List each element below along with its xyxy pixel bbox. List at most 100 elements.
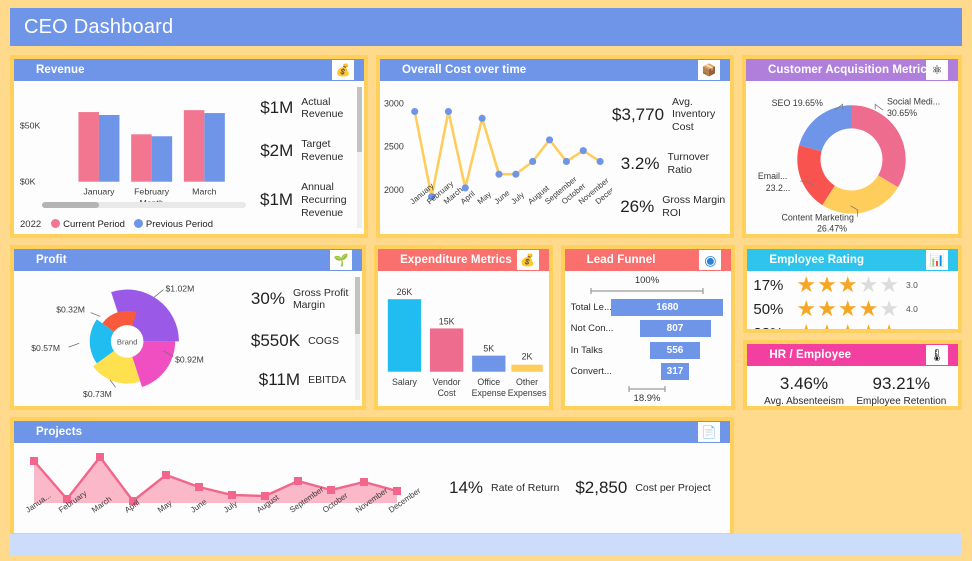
- profit-kpi-list: 30% Gross Profit Margin $550K COGS $11M …: [246, 271, 362, 406]
- expenditure-bar-other-expenses[interactable]: [511, 364, 543, 372]
- panel-projects-header-edge: [721, 421, 731, 443]
- expenditure-bar-office-expense[interactable]: [472, 355, 506, 372]
- panel-projects-title: Projects: [36, 426, 83, 438]
- panel-lead-funnel-header-edge: [722, 249, 732, 271]
- expenditure-xtick-other-1: Other: [516, 377, 538, 387]
- revenue-xtick-jan: January: [83, 186, 115, 196]
- rating-pct-5: 33%: [753, 324, 784, 333]
- panel-projects: Projects 📄 Janua... February March April…: [10, 417, 735, 537]
- page-title: CEO Dashboard: [24, 15, 174, 38]
- donut-label-social-media-value: 30.65%: [887, 108, 917, 118]
- rating-stars-3: ★ ★ ★ ★ ★: [796, 272, 900, 297]
- expenditure-label-other: 2K: [522, 352, 533, 362]
- panel-revenue-title: Revenue: [36, 64, 85, 76]
- kpi-rate-of-return: 14% Rate of Return: [449, 478, 560, 497]
- funnel-row-total-leads: Total Le... 1680: [571, 298, 724, 317]
- revenue-chart-hscrollbar[interactable]: [42, 202, 247, 208]
- panel-hr-employee-header: HR / Employee 🌡: [747, 344, 958, 366]
- rating-row-3: 17% ★ ★ ★ ★ ★ 3.0: [747, 273, 958, 297]
- panel-employee-rating-title: Employee Rating: [769, 254, 865, 266]
- rating-stars-4: ★ ★ ★ ★ ★: [796, 296, 900, 321]
- donut-label-email: Email...: [758, 171, 788, 181]
- rose-label-1-02m: $1.02M: [166, 284, 195, 294]
- profit-panel-vscrollbar[interactable]: [355, 277, 361, 400]
- revenue-ytick-50k: $50K: [20, 121, 41, 131]
- panel-expenditure: Expenditure Metrics 💰 26K Salary 15K Ven…: [374, 245, 553, 410]
- expenditure-bar-chart-svg: 26K Salary 15K Vendor Cost 5K Office Exp…: [387, 287, 547, 398]
- projects-area-chart-svg: Janua... February March April May June J…: [24, 453, 423, 515]
- overall-cost-chart: 3000 2500 2000 January February March Ap…: [380, 81, 628, 234]
- overall-cost-kpi-list: $3,770 Avg. Inventory Cost 3.2% Turnover…: [612, 81, 730, 234]
- cost-ytick-2500: 2500: [384, 142, 404, 152]
- expenditure-xtick-vendor-1: Vendor: [433, 377, 461, 387]
- panel-overall-cost: Overall Cost over time 📦 3000 2500 2000: [376, 55, 735, 238]
- panel-profit: Profit 🌱 Brand $1.02M $0.32M $0.57M $0.7…: [10, 245, 367, 410]
- customer-acquisition-donut-svg: SEO 19.65% Social Medi... 30.65% Email..…: [758, 96, 940, 233]
- rating-value-5: 5.0: [906, 328, 918, 333]
- expenditure-label-vendor: 15K: [439, 316, 455, 326]
- panel-profit-header: Profit 🌱: [14, 249, 363, 271]
- rose-slices: Brand: [89, 289, 179, 388]
- panel-revenue-header-edge: [355, 59, 365, 81]
- panel-revenue-body: $50K $0K January February March 2022 Cur…: [14, 81, 364, 234]
- kpi-cost-per-project: $2,850 Cost per Project: [575, 478, 711, 497]
- expenditure-xtick-salary: Salary: [392, 377, 417, 387]
- revenue-xtick-feb: February: [134, 186, 170, 196]
- revenue-kpi-list: $1M Actual Revenue $2M Target Revenue $1…: [260, 81, 364, 234]
- inventory-box-icon: 📦: [698, 60, 721, 80]
- revenue-xtick-mar: March: [192, 186, 217, 196]
- panel-lead-funnel-header: Lead Funnel ◉: [564, 249, 732, 271]
- hr-metric-absenteeism: 3.46% Avg. Absenteeism Rate: [764, 374, 844, 407]
- funnel-bar-in-talks[interactable]: 556: [650, 341, 701, 359]
- panel-profit-body: Brand $1.02M $0.32M $0.57M $0.73M $0.92M…: [14, 271, 362, 406]
- rating-row-5: 33% ★ ★ ★ ★ ★ 5.0: [747, 320, 958, 333]
- donut-label-social-media: Social Medi...: [887, 96, 940, 106]
- dashboard-row-1: Revenue 💰 $50K $0K January February Marc…: [10, 55, 963, 238]
- donut-label-content-marketing-value: 26.47%: [817, 223, 847, 233]
- bottom-status-strip: [10, 534, 962, 556]
- expenditure-bar-vendor-cost[interactable]: [430, 328, 464, 372]
- funnel-bar-total-leads[interactable]: 1680: [611, 298, 724, 316]
- funnel-label-not-contacted: Not Con...: [570, 323, 614, 335]
- donut-label-seo: SEO 19.65%: [772, 98, 823, 108]
- kpi-ebitda: $11M EBITDA: [258, 370, 346, 390]
- donut-slice-content-marketing[interactable]: [822, 175, 899, 214]
- revenue-legend: Current Period Previous Period: [51, 219, 213, 230]
- expenditure-label-office: 5K: [483, 343, 494, 353]
- revenue-panel-vscrollbar[interactable]: [357, 87, 363, 228]
- cash-register-icon: 💰: [516, 250, 539, 270]
- panel-overall-cost-header: Overall Cost over time 📦: [380, 59, 731, 81]
- funnel-icon: ◉: [699, 250, 722, 270]
- expenditure-bar-salary[interactable]: [387, 299, 422, 372]
- hr-metrics-grid: 3.46% Avg. Absenteeism Rate 93.21% Emplo…: [747, 366, 958, 406]
- donut-slice-seo[interactable]: [799, 105, 852, 152]
- dashboard-root: CEO Dashboard Revenue 💰 $50K $0K January…: [0, 0, 972, 561]
- donut-rings: [797, 105, 906, 214]
- revenue-ytick-0k: $0K: [20, 177, 36, 187]
- panel-customer-acquisition-body: SEO 19.65% Social Medi... 30.65% Email..…: [746, 81, 958, 234]
- revenue-bar-chart-svg: $50K $0K January February March: [20, 110, 225, 208]
- funnel-label-in-talks: In Talks: [570, 344, 603, 356]
- donut-label-content-marketing: Content Marketing: [782, 213, 854, 223]
- rose-label-0-73m: $0.73M: [83, 389, 112, 399]
- panel-employee-rating-header: Employee Rating 📊: [747, 249, 958, 271]
- svg-text:June: June: [492, 188, 511, 206]
- panel-overall-cost-title: Overall Cost over time: [402, 64, 527, 76]
- hr-metric-retention: 93.21% Employee Retention Rate: [856, 374, 947, 407]
- panel-employee-rating-body: 17% ★ ★ ★ ★ ★ 3.0 50% ★ ★ ★ ★ ★ 4.0 33% …: [747, 271, 958, 330]
- panel-projects-header: Projects 📄: [14, 421, 731, 443]
- funnel-bar-not-contacted[interactable]: 807: [639, 320, 711, 338]
- panel-expenditure-title: Expenditure Metrics: [400, 254, 512, 266]
- revenue-legend-previous: Previous Period: [133, 219, 213, 230]
- kpi-gross-profit-margin: 30% Gross Profit Margin: [250, 286, 349, 312]
- funnel-bar-converted[interactable]: 317: [661, 363, 690, 381]
- funnel-row-in-talks: In Talks 556: [571, 341, 724, 360]
- funnel-top-pct: 100%: [634, 275, 660, 286]
- revenue-bar-feb-previous: [151, 136, 173, 182]
- document-icon: 📄: [698, 422, 721, 442]
- cost-x-tick-labels: January February March April May June Ju…: [408, 174, 627, 206]
- kpi-annual-recurring-revenue: $1M Annual Recurring Revenue: [260, 181, 347, 219]
- rating-stars-5: ★ ★ ★ ★ ★: [796, 320, 900, 333]
- kpi-avg-inventory-cost: $3,770 Avg. Inventory Cost: [612, 95, 716, 134]
- funnel-bottom-bracket: [628, 386, 666, 392]
